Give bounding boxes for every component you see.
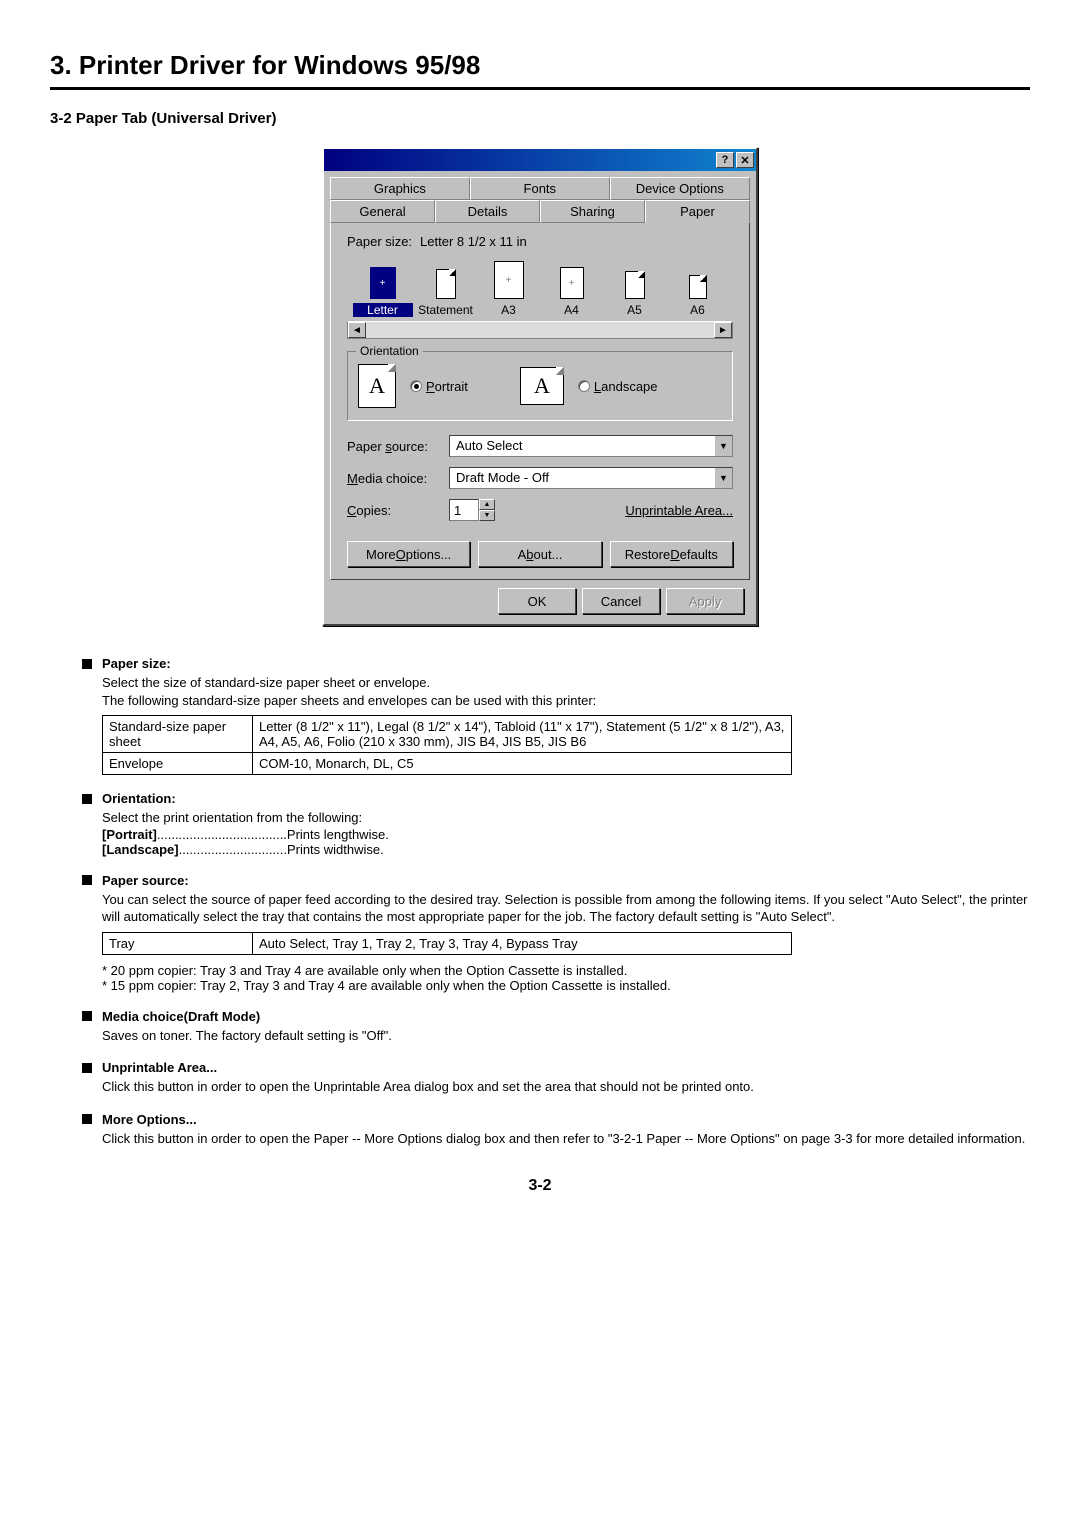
section-title: 3-2 Paper Tab (Universal Driver) xyxy=(50,110,1030,127)
paper-source-value: Auto Select xyxy=(450,436,714,456)
tab-device-options[interactable]: Device Options xyxy=(610,177,750,200)
paper-option-a6[interactable]: A6 xyxy=(668,275,728,317)
paper-size-value: Letter 8 1/2 x 11 in xyxy=(420,234,527,249)
print-dialog: ? ✕ Graphics Fonts Device Options Genera… xyxy=(322,147,758,626)
copies-label: Copies:Copies: xyxy=(347,503,439,518)
unprintable-area-button[interactable]: Unprintable Area...Unprintable Area... xyxy=(625,503,733,518)
tab-fonts[interactable]: Fonts xyxy=(470,177,610,200)
bullet-icon xyxy=(82,794,92,804)
paper-size-table: Standard-size paper sheetLetter (8 1/2" … xyxy=(102,715,792,775)
cancel-button[interactable]: Cancel xyxy=(582,588,660,614)
desc-paper-source: Paper source: You can select the source … xyxy=(82,873,1030,993)
paper-option-a3[interactable]: +A3 xyxy=(479,261,539,317)
paper-size-scrollbar[interactable]: ◄ ► xyxy=(347,321,733,339)
paper-source-table: TrayAuto Select, Tray 1, Tray 2, Tray 3,… xyxy=(102,932,792,955)
desc-more-options: More Options... Click this button in ord… xyxy=(82,1112,1030,1148)
landscape-preview-icon: A xyxy=(520,367,564,405)
paper-size-label: Paper size: xyxy=(347,234,412,249)
bullet-icon xyxy=(82,1011,92,1021)
media-choice-combo[interactable]: Draft Mode - Off ▼ xyxy=(449,467,733,489)
tab-graphics[interactable]: Graphics xyxy=(330,177,470,200)
portrait-radio[interactable]: PPortraitortrait xyxy=(410,379,468,394)
restore-defaults-button[interactable]: Restore DefaultsRestore Defaults xyxy=(610,541,733,567)
media-choice-value: Draft Mode - Off xyxy=(450,468,714,488)
desc-paper-size: Paper size: Select the size of standard-… xyxy=(82,656,1030,775)
ok-button[interactable]: OK xyxy=(498,588,576,614)
more-options-button[interactable]: More Options...More Options... xyxy=(347,541,470,567)
bullet-icon xyxy=(82,1063,92,1073)
paper-option-statement[interactable]: Statement xyxy=(416,269,476,317)
paper-source-combo[interactable]: Auto Select ▼ xyxy=(449,435,733,457)
chapter-title: 3. Printer Driver for Windows 95/98 xyxy=(50,50,1030,90)
spinner-down-icon[interactable]: ▼ xyxy=(479,510,495,521)
desc-orientation: Orientation: Select the print orientatio… xyxy=(82,791,1030,857)
desc-unprintable: Unprintable Area... Click this button in… xyxy=(82,1060,1030,1096)
portrait-preview-icon: A xyxy=(358,364,396,408)
about-button[interactable]: About...About... xyxy=(478,541,601,567)
scroll-right-icon[interactable]: ► xyxy=(714,322,732,338)
media-choice-label: Media choice:Media choice: xyxy=(347,471,439,486)
close-icon[interactable]: ✕ xyxy=(736,152,754,168)
copies-input[interactable] xyxy=(449,499,479,521)
spinner-up-icon[interactable]: ▲ xyxy=(479,499,495,510)
orientation-group: Orientation A PPortraitortrait A LLandsc… xyxy=(347,351,733,421)
orientation-legend: Orientation xyxy=(356,344,423,358)
chevron-down-icon[interactable]: ▼ xyxy=(714,436,732,456)
tab-sharing[interactable]: Sharing xyxy=(540,200,645,223)
scroll-left-icon[interactable]: ◄ xyxy=(348,322,366,338)
desc-media-choice: Media choice(Draft Mode) Saves on toner.… xyxy=(82,1009,1030,1045)
paper-source-label: Paper source:Paper source: xyxy=(347,439,439,454)
chevron-down-icon[interactable]: ▼ xyxy=(714,468,732,488)
titlebar: ? ✕ xyxy=(324,149,756,171)
bullet-icon xyxy=(82,659,92,669)
bullet-icon xyxy=(82,875,92,885)
page-number: 3-2 xyxy=(50,1177,1030,1195)
landscape-radio[interactable]: LLandscapeandscape xyxy=(578,379,658,394)
paper-option-a4[interactable]: +A4 xyxy=(542,267,602,317)
apply-button: Apply xyxy=(666,588,744,614)
tab-paper[interactable]: Paper xyxy=(645,200,750,223)
paper-option-letter[interactable]: +Letter xyxy=(353,267,413,317)
tab-details[interactable]: Details xyxy=(435,200,540,223)
tab-general[interactable]: General xyxy=(330,200,435,223)
bullet-icon xyxy=(82,1114,92,1124)
paper-option-a5[interactable]: A5 xyxy=(605,271,665,317)
help-icon[interactable]: ? xyxy=(716,152,734,168)
